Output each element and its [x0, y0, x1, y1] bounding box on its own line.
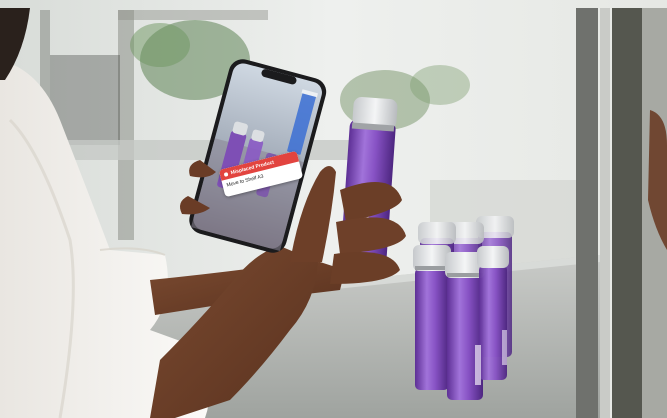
store-scene — [0, 0, 667, 418]
alert-icon — [223, 171, 229, 177]
photo: Misplaced Product Move to Shelf A3 — [0, 0, 667, 418]
product-group — [413, 216, 514, 400]
